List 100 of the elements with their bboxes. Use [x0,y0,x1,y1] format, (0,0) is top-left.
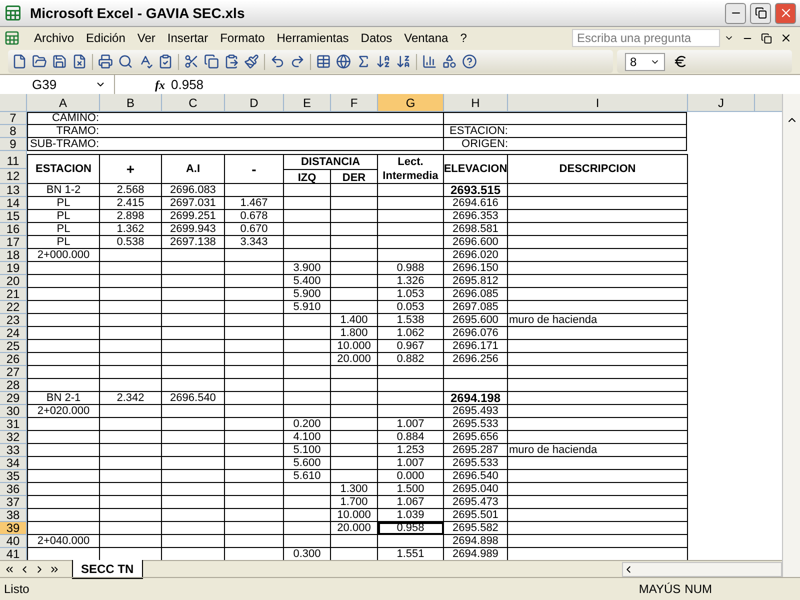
row-header[interactable]: 14 [0,197,27,210]
row-header[interactable]: 32 [0,431,27,444]
open-folder-icon[interactable] [32,54,47,69]
copy-icon[interactable] [204,54,219,69]
menu-item[interactable]: Archivo [28,29,80,47]
table-cell [225,327,284,340]
spelling-icon[interactable] [138,54,153,69]
row-header[interactable]: 7 [0,112,27,125]
row-header[interactable]: 38 [0,509,27,522]
row-header[interactable]: 31 [0,418,27,431]
sort-ascending-icon[interactable] [376,54,391,69]
help-icon[interactable] [462,54,477,69]
row-header[interactable]: 36 [0,483,27,496]
undo-icon[interactable] [270,54,285,69]
column-header[interactable]: G [378,94,444,111]
row-header[interactable]: 28 [0,379,27,392]
menu-item[interactable]: Insertar [161,29,214,47]
header-cell: + [100,155,162,184]
table-cell [225,249,284,262]
menu-item[interactable]: Ver [131,29,162,47]
first-sheet-icon[interactable] [4,564,15,574]
chart-icon[interactable] [422,54,437,69]
table-cell [284,353,331,366]
table-cell: 0.678 [225,210,284,223]
row-header[interactable]: 33 [0,444,27,457]
table-cell: 1.053 [378,288,444,301]
row-header[interactable]: 21 [0,288,27,301]
table-cell-text: CAMINO: [50,113,100,124]
table-cell [225,405,284,418]
row-header[interactable]: 35 [0,470,27,483]
row-header[interactable]: 17 [0,236,27,249]
sum-icon[interactable] [356,54,371,69]
row-header[interactable]: 39 [0,522,27,535]
close-icon[interactable] [780,32,792,44]
row-header[interactable]: 15 [0,210,27,223]
row-header[interactable]: 13 [0,184,27,197]
row-header[interactable]: 22 [0,301,27,314]
table-cell [28,483,100,496]
row-header[interactable]: 29 [0,392,27,405]
table-cell [284,249,331,262]
cell-reference: G39 [31,76,57,94]
save-icon[interactable] [52,54,67,69]
row-header[interactable]: 30 [0,405,27,418]
table-cell: 2695.533 [444,418,508,431]
table-cell: 2696.150 [444,262,508,275]
table-cell: 0.670 [225,223,284,236]
table-cell [28,444,100,457]
row-header[interactable]: 40 [0,535,27,548]
print-icon[interactable] [98,54,113,69]
table-icon[interactable] [316,54,331,69]
globe-icon[interactable] [336,54,351,69]
format-painter-icon[interactable] [244,54,259,69]
restore-button[interactable] [750,2,771,24]
menu-item[interactable]: Edición [80,29,132,47]
function-label[interactable]: fx [155,76,165,94]
new-file-icon[interactable] [12,54,27,69]
menu-item[interactable]: ? [454,29,473,47]
table-cell [100,431,162,444]
print-preview-icon[interactable] [118,54,133,69]
row-header[interactable]: 27 [0,366,27,379]
horizontal-scrollbar[interactable] [622,562,782,576]
euro-icon[interactable] [673,54,688,69]
row-header[interactable]: 24 [0,327,27,340]
row-header[interactable]: 11 [0,154,27,169]
cut-icon[interactable] [184,54,199,69]
row-header[interactable]: 26 [0,353,27,366]
workbook-icon[interactable] [4,30,20,46]
row-header[interactable]: 19 [0,262,27,275]
row-header[interactable]: 37 [0,496,27,509]
font-size-select[interactable]: 8 [625,52,665,70]
table-cell: 2696.256 [444,353,508,366]
redo-icon[interactable] [290,54,305,69]
close-button[interactable] [775,2,796,24]
menu-item[interactable]: Formato [214,29,271,47]
row-header[interactable]: 23 [0,314,27,327]
help-search-field[interactable]: Escriba una pregunta [572,29,720,47]
table-cell [331,535,378,548]
row-header[interactable]: 16 [0,223,27,236]
vertical-scrollbar[interactable] [782,94,800,577]
row-header[interactable]: 20 [0,275,27,288]
menu-item[interactable]: Herramientas [270,29,355,47]
table-cell: 2.342 [100,392,162,405]
table-cell: 2699.943 [162,223,225,236]
row-header[interactable]: 25 [0,340,27,353]
header-cell: IZQ [284,170,331,186]
paste-icon[interactable] [224,54,239,69]
row-header[interactable]: 12 [0,169,27,184]
row-header[interactable]: 8 [0,125,27,138]
menu-item[interactable]: Datos [354,29,398,47]
sort-descending-icon[interactable] [396,54,411,69]
table-cell [162,496,225,509]
table-cell [100,483,162,496]
restore-icon[interactable] [761,32,772,44]
table-cell: 2698.581 [444,223,508,236]
row-header[interactable]: 9 [0,138,27,151]
row-header[interactable]: 41 [0,548,27,560]
row-header[interactable]: 18 [0,249,27,262]
menu-item[interactable]: Ventana [398,29,454,47]
row-header[interactable]: 34 [0,457,27,470]
last-sheet-icon[interactable] [49,564,60,574]
